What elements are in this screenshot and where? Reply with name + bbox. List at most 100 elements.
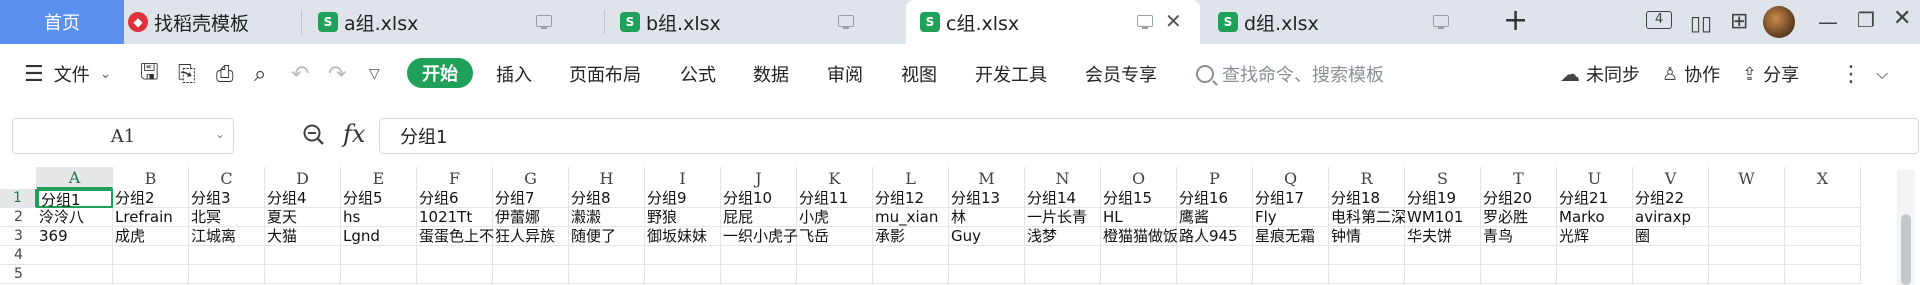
column-header[interactable]: U (1557, 167, 1633, 189)
layout-icon[interactable]: ▯▯ (1690, 11, 1712, 35)
vertical-scrollbar-thumb[interactable] (1901, 214, 1911, 285)
table-cell[interactable] (1253, 265, 1329, 284)
table-cell[interactable] (1785, 189, 1861, 208)
table-cell[interactable]: 路人945 (1177, 227, 1253, 246)
table-cell[interactable]: 星痕无霜 (1253, 227, 1329, 246)
table-cell[interactable]: 分组3 (189, 189, 265, 208)
save-button[interactable]: 🖫 (140, 44, 159, 104)
row-header[interactable]: 3 (0, 227, 37, 246)
restore-icon[interactable]: ❐ (1857, 8, 1875, 32)
table-cell[interactable] (1785, 208, 1861, 227)
table-cell[interactable]: 电科第二深 (1329, 208, 1406, 227)
print-preview-button[interactable]: ⌕ (254, 44, 266, 104)
new-tab-icon[interactable]: + (1503, 6, 1528, 36)
monitor-icon[interactable] (536, 15, 552, 29)
table-cell[interactable] (265, 246, 341, 265)
table-cell[interactable]: 369 (37, 227, 113, 246)
table-cell[interactable]: 承影 (873, 227, 949, 246)
table-cell[interactable] (797, 265, 873, 284)
column-header[interactable]: J (721, 167, 797, 189)
column-header[interactable]: O (1101, 167, 1177, 189)
column-header[interactable]: G (493, 167, 569, 189)
avatar[interactable] (1763, 6, 1795, 38)
tab-b-xlsx[interactable]: S b组.xlsx (612, 0, 904, 44)
table-cell[interactable]: aviraxp (1633, 208, 1709, 227)
table-cell[interactable]: 分组22 (1633, 189, 1709, 208)
table-cell[interactable]: 分组4 (265, 189, 341, 208)
undo-button[interactable]: ↶ (291, 44, 309, 104)
table-cell[interactable] (873, 246, 949, 265)
table-cell[interactable] (721, 265, 797, 284)
table-cell[interactable] (189, 265, 265, 284)
tab-c-xlsx[interactable]: S c组.xlsx ✕ (906, 0, 1200, 44)
table-cell[interactable]: 分组10 (721, 189, 797, 208)
table-cell[interactable] (645, 246, 721, 265)
table-cell[interactable] (873, 265, 949, 284)
table-cell[interactable] (1709, 246, 1785, 265)
table-cell[interactable]: HL (1101, 208, 1177, 227)
row-header[interactable]: 2 (0, 208, 37, 227)
table-cell[interactable]: 分组7 (493, 189, 569, 208)
table-cell[interactable]: 伊蕾娜 (493, 208, 569, 227)
tab-data[interactable]: 数据 (753, 44, 789, 104)
table-cell[interactable]: 分组14 (1025, 189, 1101, 208)
tab-review[interactable]: 审阅 (827, 44, 863, 104)
active-cell[interactable]: 分组1 (37, 189, 113, 209)
column-header[interactable]: X (1785, 167, 1861, 189)
sync-button[interactable]: ☁ 未同步 (1560, 44, 1640, 104)
table-cell[interactable] (949, 246, 1025, 265)
table-cell[interactable]: 橙猫猫做饭 (1101, 227, 1178, 246)
table-cell[interactable]: 分组16 (1177, 189, 1253, 208)
table-cell[interactable] (1025, 265, 1101, 284)
column-header[interactable]: L (873, 167, 949, 189)
column-header[interactable]: V (1633, 167, 1709, 189)
tab-member[interactable]: 会员专享 (1085, 44, 1157, 104)
table-cell[interactable]: 分组15 (1101, 189, 1177, 208)
row-header[interactable]: 1 (0, 189, 37, 208)
column-header[interactable]: E (341, 167, 417, 189)
table-cell[interactable]: Lrefrain (113, 208, 189, 227)
column-header[interactable]: N (1025, 167, 1101, 189)
table-cell[interactable] (1177, 265, 1253, 284)
table-cell[interactable] (1785, 246, 1861, 265)
column-header[interactable]: M (949, 167, 1025, 189)
table-cell[interactable]: 分组9 (645, 189, 721, 208)
close-tab-icon[interactable]: ✕ (1165, 11, 1182, 31)
quick-access-more[interactable]: ▽ (369, 44, 380, 104)
table-cell[interactable]: 分组13 (949, 189, 1025, 208)
table-cell[interactable]: Marko (1557, 208, 1633, 227)
column-header[interactable]: C (189, 167, 265, 189)
table-cell[interactable] (645, 265, 721, 284)
zoom-icon[interactable] (302, 123, 326, 151)
table-cell[interactable]: 成虎 (113, 227, 189, 246)
table-cell[interactable] (37, 246, 113, 265)
table-cell[interactable]: 钟情 (1329, 227, 1405, 246)
table-cell[interactable] (1709, 265, 1785, 284)
name-box[interactable]: A1 ⌄ (12, 118, 234, 154)
formula-input[interactable]: 分组1 (379, 118, 1919, 154)
table-cell[interactable]: 圈 (1633, 227, 1709, 246)
table-cell[interactable] (1709, 227, 1785, 246)
table-cell[interactable] (189, 246, 265, 265)
table-cell[interactable]: mu_xian (873, 208, 949, 227)
table-cell[interactable]: 狂人异族 (493, 227, 569, 246)
table-cell[interactable]: 分组17 (1253, 189, 1329, 208)
column-header[interactable]: P (1177, 167, 1253, 189)
tab-developer[interactable]: 开发工具 (975, 44, 1047, 104)
table-cell[interactable]: 一片长青 (1025, 208, 1101, 227)
table-cell[interactable] (1481, 265, 1557, 284)
table-cell[interactable]: 分组21 (1557, 189, 1633, 208)
table-cell[interactable] (493, 246, 569, 265)
table-cell[interactable]: 大猫 (265, 227, 341, 246)
tab-formula[interactable]: 公式 (680, 44, 716, 104)
table-cell[interactable] (1101, 246, 1177, 265)
table-cell[interactable] (721, 246, 797, 265)
table-cell[interactable] (1329, 265, 1405, 284)
table-cell[interactable]: 分组19 (1405, 189, 1481, 208)
table-cell[interactable] (1633, 265, 1709, 284)
table-cell[interactable]: 青鸟 (1481, 227, 1557, 246)
column-header[interactable]: Q (1253, 167, 1329, 189)
monitor-icon[interactable] (1433, 15, 1449, 29)
print-button[interactable]: ⎙ (216, 44, 234, 104)
table-cell[interactable]: 1021Tt (417, 208, 493, 227)
